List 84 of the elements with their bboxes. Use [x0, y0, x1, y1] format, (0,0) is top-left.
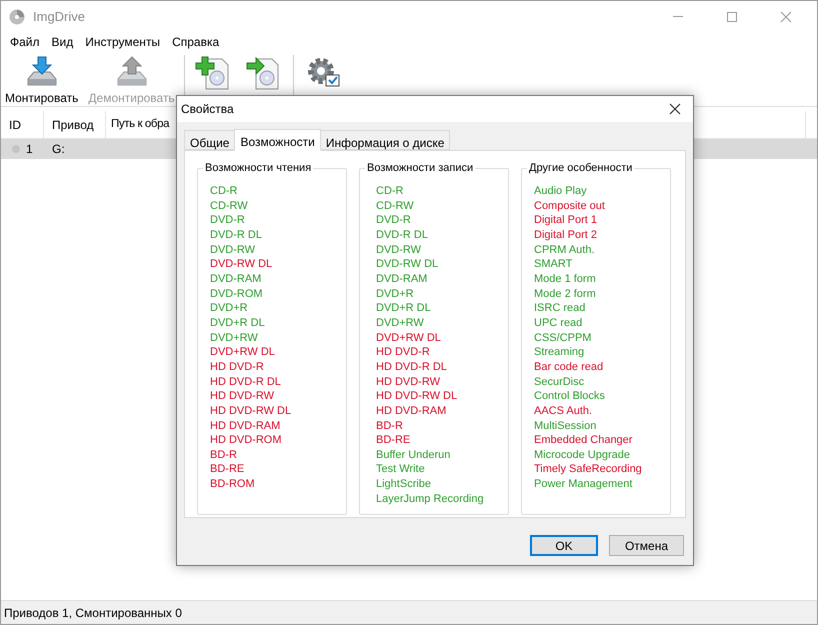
- capability-label: CD-RW: [376, 198, 415, 214]
- tab[interactable]: Информация о диске: [320, 130, 450, 150]
- window-title: ImgDrive: [33, 8, 86, 26]
- capability-label: CPRM Auth.: [534, 242, 596, 258]
- app-disc-icon: [9, 8, 25, 24]
- capability-label: BD-RE: [376, 433, 412, 448]
- capability-label: Audio Play: [534, 184, 588, 199]
- capability-label: DVD-RW: [210, 242, 256, 258]
- capability-label: BD-ROM: [210, 477, 256, 492]
- status-bar-text: Приводов 1, Смонтированных 0: [4, 604, 182, 622]
- capability-label: CD-R: [210, 184, 238, 199]
- table-cell-text: G:: [52, 141, 65, 158]
- capability-label: SecurDisc: [534, 374, 586, 390]
- capability-label: HD DVD-RAM: [376, 404, 448, 418]
- capability-label: ISRC read: [534, 301, 586, 316]
- capability-label: BD-R: [210, 448, 238, 462]
- capability-label: Digital Port 2: [534, 228, 598, 243]
- capability-label: CD-R: [376, 184, 404, 199]
- capability-label: Mode 2 form: [534, 286, 597, 302]
- capability-label: Embedded Changer: [534, 433, 634, 448]
- close-icon[interactable]: [669, 103, 681, 115]
- capability-label: LightScribe: [376, 477, 432, 492]
- capability-label: MultiSession: [534, 418, 598, 434]
- capability-label: Buffer Underun: [376, 448, 452, 462]
- capability-label: SMART: [534, 257, 574, 272]
- capability-label: Microcode Upgrade: [534, 448, 631, 462]
- capability-label: DVD-RAM: [210, 272, 262, 287]
- capability-label: UPC read: [534, 316, 584, 331]
- capability-label: DVD+R: [210, 301, 249, 316]
- capability-label: LayerJump Recording: [376, 492, 485, 506]
- capability-label: DVD+RW DL: [210, 345, 276, 360]
- capability-label: HD DVD-RW DL: [210, 404, 292, 418]
- capability-label: HD DVD-RW: [376, 374, 441, 390]
- capability-label: HD DVD-R: [210, 360, 265, 375]
- capability-label: BD-RE: [210, 462, 246, 478]
- menu-item[interactable]: Инструменты: [79, 33, 166, 51]
- capability-label: Streaming: [534, 345, 586, 360]
- group-title: Другие особенности: [527, 161, 634, 175]
- capability-label: AACS Auth.: [534, 404, 594, 418]
- dialog-title: Свойства: [181, 101, 234, 118]
- capability-label: HD DVD-R DL: [376, 360, 448, 375]
- capability-label: Digital Port 1: [534, 213, 598, 228]
- tab[interactable]: Возможности: [234, 129, 321, 151]
- capability-label: HD DVD-R DL: [210, 374, 282, 390]
- capability-label: DVD+RW: [376, 316, 425, 331]
- capability-label: Test Write: [376, 462, 426, 478]
- dialog-button[interactable]: OK: [530, 535, 598, 556]
- dialog-button[interactable]: Отмена: [609, 535, 684, 556]
- capability-label: Mode 1 form: [534, 272, 597, 287]
- capability-label: DVD-RAM: [376, 272, 428, 287]
- capability-label: DVD-RW: [376, 242, 422, 258]
- capability-label: DVD-RW DL: [376, 257, 440, 272]
- capability-label: Timely SafeRecording: [534, 462, 643, 478]
- table-cell-text: 1: [26, 141, 33, 158]
- capability-label: CD-RW: [210, 198, 249, 214]
- capability-label: Composite out: [534, 198, 606, 214]
- toolbar-button[interactable]: Монтировать: [1, 55, 82, 105]
- capability-label: DVD-ROM: [210, 286, 264, 302]
- tab[interactable]: Общие: [184, 130, 236, 150]
- capability-label: DVD+RW: [210, 330, 259, 346]
- capability-label: HD DVD-RW: [210, 389, 275, 404]
- capability-label: HD DVD-R: [376, 345, 431, 360]
- capability-label: Control Blocks: [534, 389, 606, 404]
- menu-item[interactable]: Вид: [46, 33, 80, 51]
- capability-label: HD DVD-ROM: [210, 433, 282, 448]
- capability-label: CSS/CPPM: [534, 330, 592, 346]
- column-header[interactable]: Привод: [44, 111, 106, 138]
- capability-label: DVD+R: [376, 286, 415, 302]
- capability-label: DVD-R DL: [210, 228, 263, 243]
- capability-label: DVD+R DL: [376, 301, 432, 316]
- capability-label: DVD-R DL: [376, 228, 429, 243]
- capability-label: DVD-R: [376, 213, 412, 228]
- menu-item[interactable]: Файл: [4, 33, 46, 51]
- menu-item[interactable]: Справка: [166, 33, 226, 51]
- capability-label: BD-R: [376, 418, 404, 434]
- capability-label: Bar code read: [534, 360, 604, 375]
- column-header[interactable]: ID: [1, 111, 44, 138]
- capability-label: Power Management: [534, 477, 634, 492]
- capability-label: DVD-R: [210, 213, 246, 228]
- capability-label: HD DVD-RAM: [210, 418, 282, 434]
- capability-label: DVD+RW DL: [376, 330, 442, 346]
- capability-label: DVD+R DL: [210, 316, 266, 331]
- capability-label: DVD-RW DL: [210, 257, 274, 272]
- capability-label: HD DVD-RW DL: [376, 389, 458, 404]
